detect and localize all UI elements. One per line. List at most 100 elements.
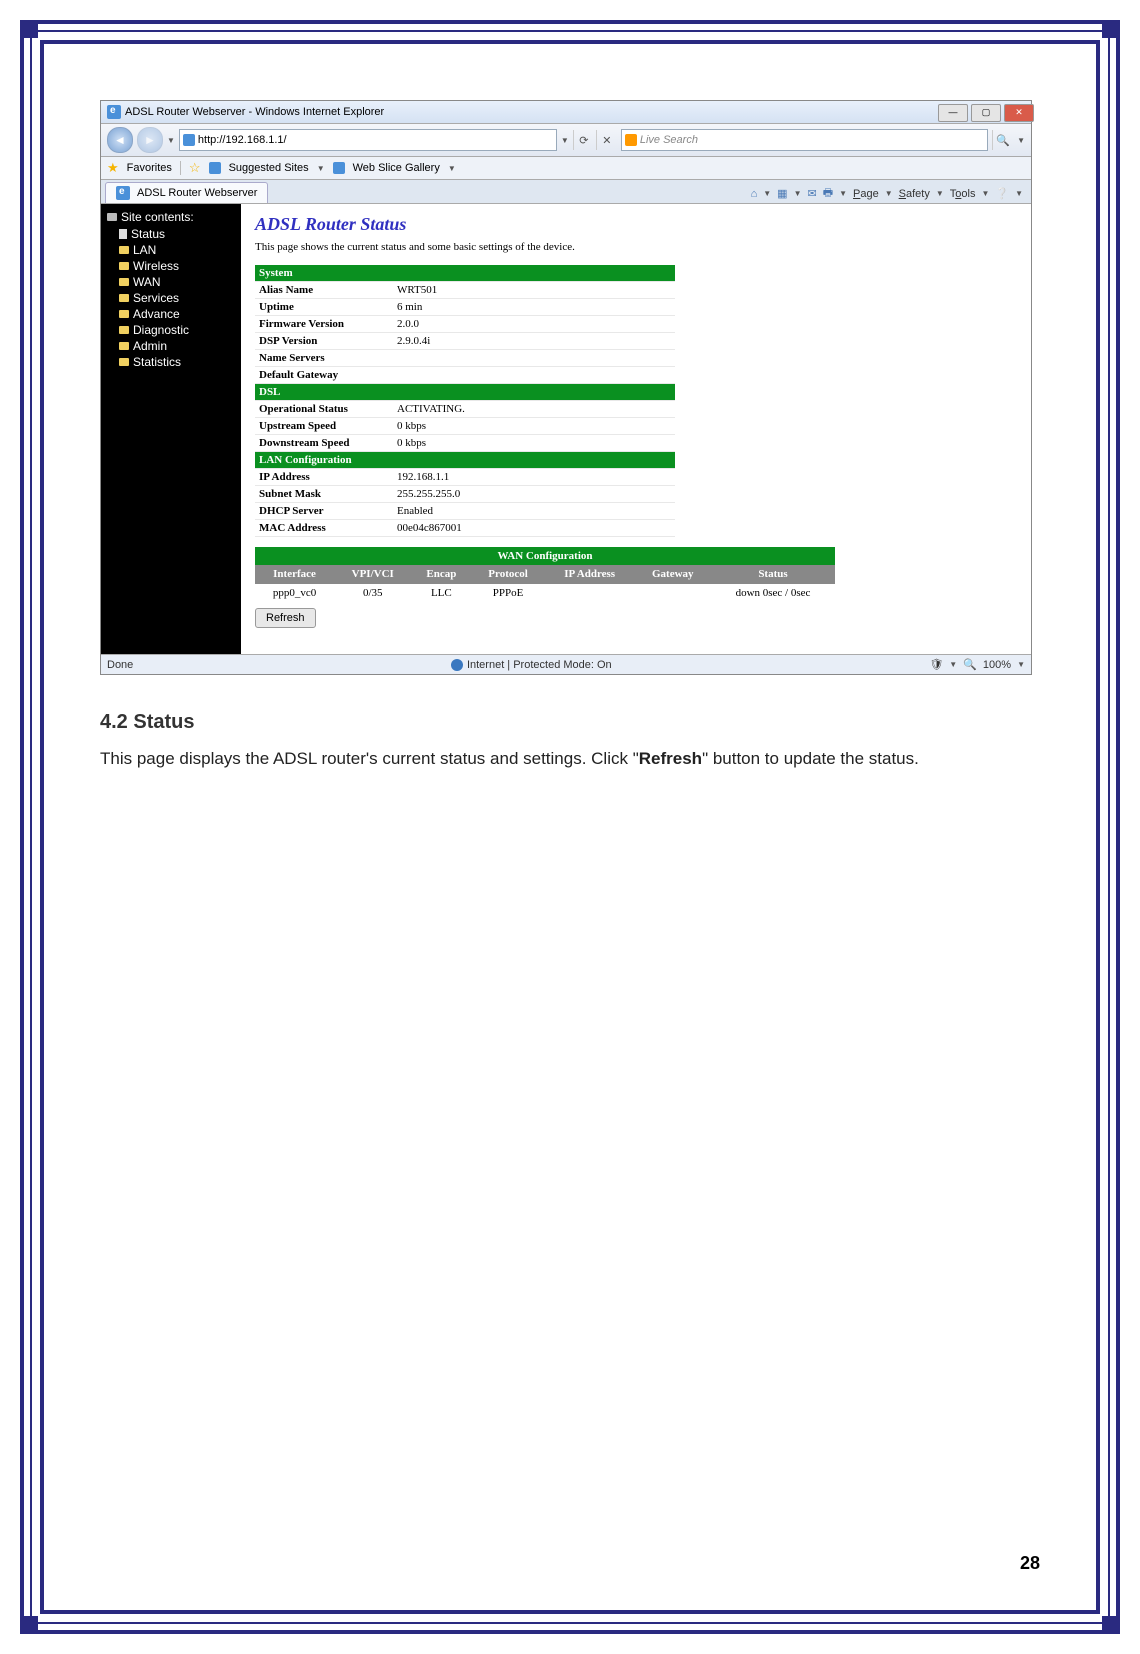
wan-gateway-value (635, 584, 711, 602)
search-button[interactable]: 🔍 (992, 130, 1013, 150)
upstream-label: Upstream Speed (255, 418, 393, 435)
firmware-value: 2.0.0 (393, 316, 675, 333)
status-bar: Done Internet | Protected Mode: On 🛡▼ 🔍 … (101, 654, 1031, 674)
sidebar-item-diagnostic[interactable]: Diagnostic (101, 322, 241, 338)
wan-table: WAN Configuration Interface VPI/VCI Enca… (255, 547, 835, 602)
search-dropdown[interactable]: ▼ (1017, 136, 1025, 145)
ip-value: 192.168.1.1 (393, 469, 675, 486)
zoom-value[interactable]: 100% (983, 659, 1011, 671)
subnet-label: Subnet Mask (255, 486, 393, 503)
wan-col-status: Status (711, 565, 835, 583)
subnet-value: 255.255.255.0 (393, 486, 675, 503)
suggested-dropdown[interactable]: ▼ (317, 164, 325, 173)
help-icon[interactable]: ❔ (995, 187, 1009, 200)
zone-icon (451, 659, 463, 671)
nameservers-value (393, 350, 675, 367)
search-provider-icon (625, 134, 637, 146)
sidebar-item-advance[interactable]: Advance (101, 306, 241, 322)
safety-menu[interactable]: Safety (899, 188, 930, 200)
browser-window: ADSL Router Webserver - Windows Internet… (100, 100, 1032, 675)
suggested-sites-link[interactable]: Suggested Sites (229, 162, 309, 174)
alias-name-value: WRT501 (393, 282, 675, 299)
search-box[interactable]: Live Search (621, 129, 988, 151)
refresh-icon[interactable]: ⟳ (573, 130, 594, 150)
page-description: This page shows the current status and s… (255, 241, 1017, 253)
favorites-star-icon[interactable]: ★ (107, 160, 119, 176)
tools-menu[interactable]: Tools (950, 188, 976, 200)
nav-history-dropdown[interactable]: ▼ (167, 136, 175, 145)
wan-row: ppp0_vc0 0/35 LLC PPPoE down 0sec / 0sec (255, 584, 835, 602)
print-icon[interactable]: 🖶 (823, 184, 833, 203)
favorites-label: Favorites (127, 162, 172, 174)
webslice-dropdown[interactable]: ▼ (448, 164, 456, 173)
favorites-bar: ★ Favorites ☆ Suggested Sites ▼ Web Slic… (101, 157, 1031, 180)
op-status-label: Operational Status (255, 401, 393, 418)
sidebar-item-statistics[interactable]: Statistics (101, 354, 241, 370)
sidebar-item-wireless[interactable]: Wireless (101, 258, 241, 274)
close-button[interactable]: ✕ (1004, 104, 1034, 122)
tab-bar: ADSL Router Webserver ⌂▼ ▦▼ ✉ 🖶▼ Page▼ S… (101, 180, 1031, 204)
status-text-left: Done (107, 659, 133, 671)
feeds-icon[interactable]: ▦ (777, 187, 787, 200)
wan-section-header: WAN Configuration (255, 547, 835, 565)
browser-tab[interactable]: ADSL Router Webserver (105, 182, 268, 203)
minimize-button[interactable]: — (938, 104, 968, 122)
wan-protocol-value: PPPoE (471, 584, 545, 602)
status-text-zone: Internet | Protected Mode: On (467, 659, 612, 671)
page-icon (183, 134, 195, 146)
firmware-label: Firmware Version (255, 316, 393, 333)
section-heading: 4.2 Status (100, 711, 1040, 734)
page-title: ADSL Router Status (255, 214, 1017, 235)
url-dropdown[interactable]: ▼ (561, 136, 569, 145)
downstream-label: Downstream Speed (255, 435, 393, 452)
protected-mode-icon[interactable]: 🛡 (929, 658, 943, 671)
sidebar-item-admin[interactable]: Admin (101, 338, 241, 354)
window-title: ADSL Router Webserver - Windows Internet… (125, 106, 384, 118)
dsp-label: DSP Version (255, 333, 393, 350)
dhcp-label: DHCP Server (255, 503, 393, 520)
gateway-value (393, 367, 675, 384)
suggested-sites-icon (209, 162, 221, 174)
sidebar-item-status[interactable]: Status (101, 226, 241, 242)
tab-icon (116, 186, 130, 200)
zoom-dropdown[interactable]: ▼ (1017, 660, 1025, 669)
webslice-icon (333, 162, 345, 174)
wan-col-ip: IP Address (545, 565, 635, 583)
wan-vpivci-value: 0/35 (334, 584, 411, 602)
home-icon[interactable]: ⌂ (751, 188, 758, 200)
sidebar-header: Site contents: (101, 208, 241, 226)
webslice-link[interactable]: Web Slice Gallery (353, 162, 440, 174)
tab-title: ADSL Router Webserver (137, 187, 257, 199)
sidebar-item-services[interactable]: Services (101, 290, 241, 306)
search-placeholder: Live Search (640, 134, 698, 146)
mail-icon[interactable]: ✉ (807, 187, 816, 200)
ip-label: IP Address (255, 469, 393, 486)
dhcp-value: Enabled (393, 503, 675, 520)
suggested-star-icon: ☆ (189, 160, 201, 176)
downstream-value: 0 kbps (393, 435, 675, 452)
zoom-icon[interactable]: 🔍 (963, 658, 977, 671)
wan-col-gateway: Gateway (635, 565, 711, 583)
back-button[interactable]: ◄ (107, 127, 133, 153)
wan-col-protocol: Protocol (471, 565, 545, 583)
nameservers-label: Name Servers (255, 350, 393, 367)
ie-icon (107, 105, 121, 119)
uptime-label: Uptime (255, 299, 393, 316)
address-bar[interactable]: http://192.168.1.1/ (179, 129, 557, 151)
stop-icon[interactable]: ✕ (596, 130, 617, 150)
sidebar-item-lan[interactable]: LAN (101, 242, 241, 258)
sidebar-item-wan[interactable]: WAN (101, 274, 241, 290)
wan-col-vpivci: VPI/VCI (334, 565, 411, 583)
document-text: 4.2 Status This page displays the ADSL r… (100, 711, 1040, 776)
section-body: This page displays the ADSL router's cur… (100, 742, 1040, 776)
dsp-value: 2.9.0.4i (393, 333, 675, 350)
page-menu[interactable]: Page (853, 188, 879, 200)
wan-interface-value: ppp0_vc0 (255, 584, 334, 602)
lan-section-header: LAN Configuration (255, 452, 675, 469)
refresh-button[interactable]: Refresh (255, 608, 316, 628)
mac-value: 00e04c867001 (393, 520, 675, 537)
maximize-button[interactable]: ▢ (971, 104, 1001, 122)
system-section-header: System (255, 265, 675, 282)
forward-button[interactable]: ► (137, 127, 163, 153)
dsl-section-header: DSL (255, 384, 675, 401)
